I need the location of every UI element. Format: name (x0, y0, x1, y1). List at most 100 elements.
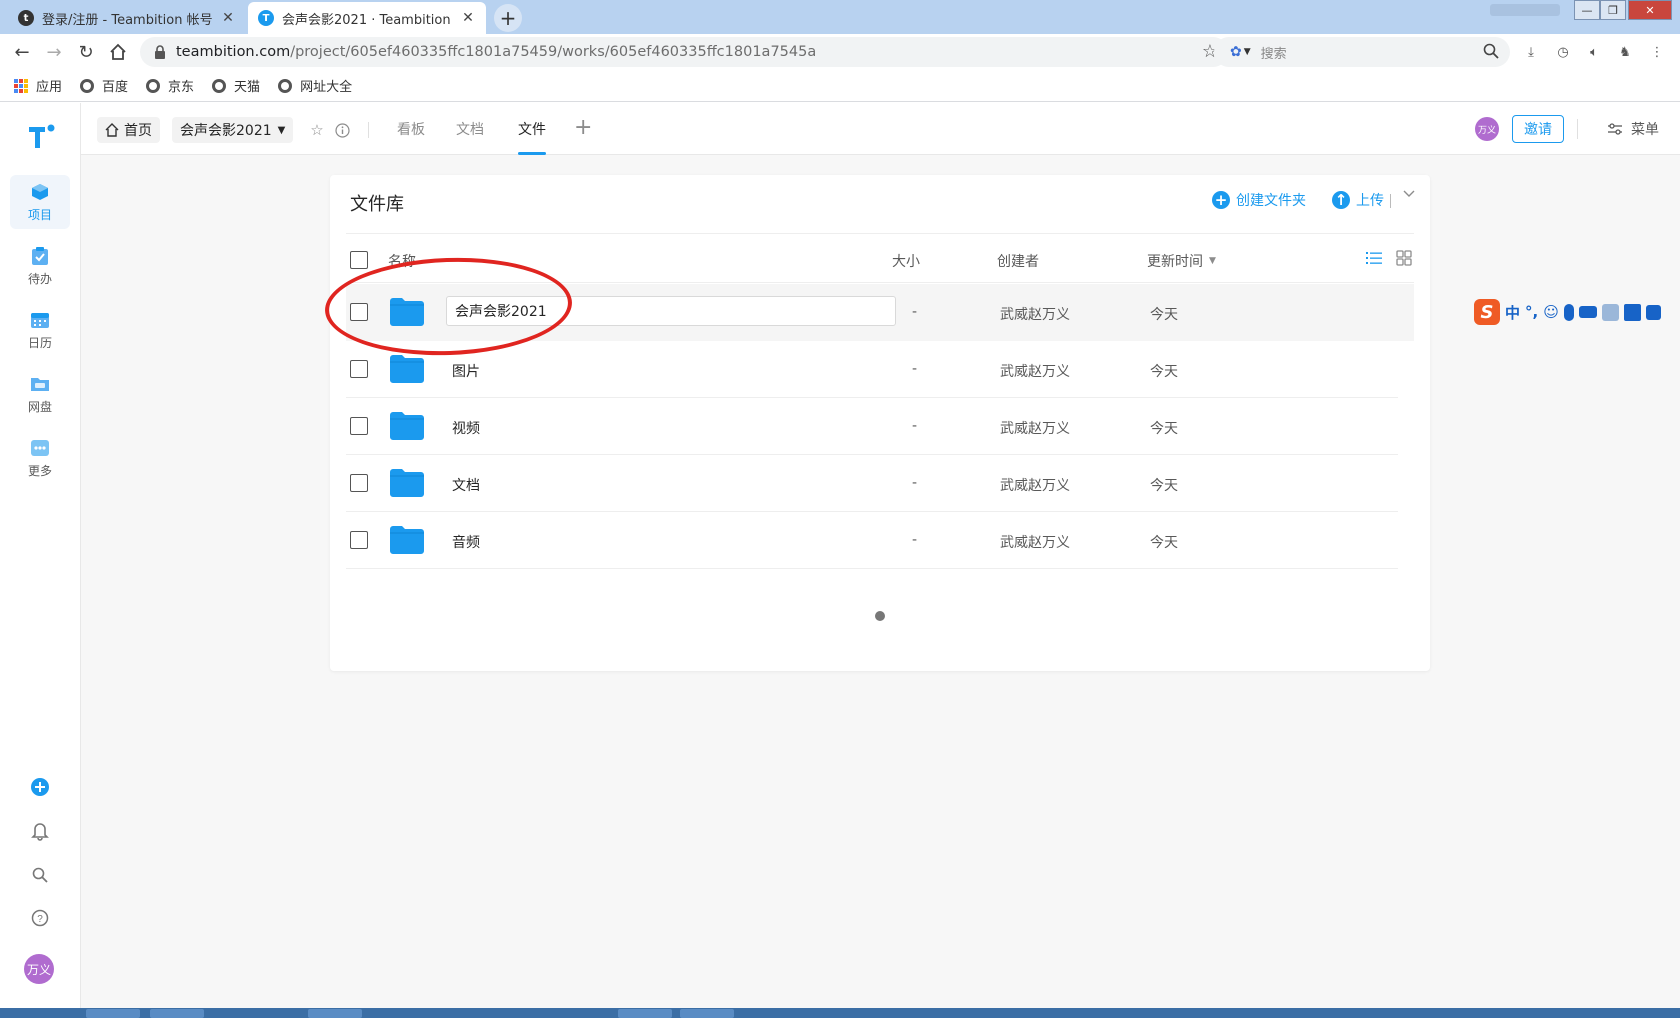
info-circle-icon[interactable] (333, 121, 351, 139)
add-tab-plus-icon[interactable]: + (574, 115, 592, 140)
user-icon[interactable] (1601, 303, 1619, 321)
help-circle-icon[interactable]: ? (28, 906, 52, 930)
ime-punct-toggle[interactable]: °, (1525, 303, 1538, 321)
tab-close-icon[interactable]: ✕ (220, 10, 236, 26)
search-icon[interactable] (28, 863, 52, 887)
bookmark-apps[interactable]: 应用 (14, 76, 62, 95)
sidebar-item-label: 更多 (27, 463, 52, 478)
upload-button[interactable]: ↑ 上传 (1332, 190, 1384, 210)
row-updated: 今天 (1150, 364, 1178, 380)
project-cube-icon (30, 182, 50, 202)
browser-tab-login[interactable]: t 登录/注册 - Teambition 帐号 ✕ (8, 2, 246, 34)
tab-title: 会声会影2021 · Teambition (282, 12, 451, 28)
row-checkbox[interactable] (350, 417, 368, 435)
column-creator[interactable]: 创建者 (997, 251, 1039, 271)
column-size[interactable]: 大小 (892, 251, 920, 271)
search-icon[interactable] (1482, 42, 1500, 60)
table-row[interactable]: 音频 - 武威赵万义 今天 (346, 512, 1398, 569)
teambition-logo-icon[interactable] (26, 121, 56, 151)
download-icon[interactable]: ⤓ (1522, 43, 1540, 61)
member-avatar[interactable]: 万义 (1475, 117, 1499, 141)
sliders-icon (1608, 123, 1622, 135)
notification-bell-icon[interactable] (28, 819, 52, 843)
header-divider (368, 122, 369, 138)
menu-button[interactable]: 菜单 (1607, 119, 1659, 139)
taskbar-item[interactable] (86, 1009, 140, 1018)
sidebar-item-drive[interactable]: 网盘 (10, 367, 70, 421)
bookmark-tmall[interactable]: 天猫 (212, 76, 260, 95)
bookmark-label: 网址大全 (300, 80, 353, 95)
row-name[interactable]: 视频 (452, 418, 480, 438)
taskbar-item[interactable] (308, 1009, 362, 1018)
folder-icon (390, 355, 424, 383)
select-all-checkbox[interactable] (350, 251, 368, 269)
upload-arrow-icon: ↑ (1332, 191, 1350, 209)
table-row[interactable]: 文档 - 武威赵万义 今天 (346, 455, 1398, 512)
row-name[interactable]: 图片 (452, 361, 480, 381)
caret-down-icon[interactable]: ▼ (1244, 47, 1251, 57)
emoji-icon[interactable]: ☺ (1543, 303, 1559, 321)
extension-icon[interactable]: ♞ (1616, 43, 1634, 61)
browser-tab-project[interactable]: T 会声会影2021 · Teambition ✕ (248, 2, 486, 34)
tab-close-icon[interactable]: ✕ (460, 10, 476, 26)
skin-shirt-icon[interactable] (1623, 303, 1641, 321)
list-view-icon[interactable] (1365, 249, 1383, 267)
caret-down-icon: ▼ (277, 124, 286, 136)
table-row[interactable]: 图片 - 武威赵万义 今天 (346, 341, 1398, 398)
sidebar-item-project[interactable]: 项目 (10, 175, 70, 229)
tab-files[interactable]: 文件 (518, 119, 546, 139)
sidebar-item-todo[interactable]: 待办 (10, 239, 70, 293)
bookmarks-bar: 应用 百度 京东 天猫 网址大全 (0, 70, 1680, 102)
new-tab-button[interactable]: + (494, 4, 522, 32)
bookmark-hao123[interactable]: 网址大全 (278, 76, 352, 95)
invite-button[interactable]: 邀请 (1512, 115, 1564, 143)
window-close-button[interactable]: ✕ (1628, 0, 1672, 20)
row-checkbox[interactable] (350, 531, 368, 549)
sidebar-item-calendar[interactable]: 日历 (10, 303, 70, 357)
toolbox-grid-icon[interactable] (1645, 304, 1661, 320)
bookmark-jd[interactable]: 京东 (146, 76, 194, 95)
minimize-button[interactable]: — (1574, 0, 1600, 20)
maximize-button[interactable]: ❐ (1600, 0, 1626, 20)
project-switcher-button[interactable]: 会声会影2021 ▼ (172, 117, 294, 143)
history-clock-icon[interactable]: ◷ (1554, 43, 1572, 61)
upload-dropdown-chevron-icon[interactable] (1402, 187, 1416, 205)
add-circle-icon[interactable] (28, 775, 52, 799)
taskbar-item[interactable] (150, 1009, 204, 1018)
grid-view-icon[interactable] (1395, 249, 1413, 267)
browser-search-box[interactable]: ✿ ▼ 搜索 (1214, 37, 1510, 67)
sogou-logo-icon[interactable]: S (1474, 299, 1500, 325)
lock-icon (155, 45, 165, 59)
address-bar[interactable]: teambition.com/project/605ef460335ffc180… (140, 37, 1228, 67)
browser-menu-icon[interactable]: ⋮ (1648, 43, 1666, 61)
forward-arrow-icon[interactable]: → (42, 40, 66, 64)
home-breadcrumb-button[interactable]: 首页 (97, 117, 160, 143)
project-name: 会声会影2021 (180, 123, 272, 139)
table-row[interactable]: 视频 - 武威赵万义 今天 (346, 398, 1398, 455)
keyboard-icon[interactable] (1578, 306, 1597, 318)
row-checkbox[interactable] (350, 360, 368, 378)
star-icon[interactable]: ☆ (308, 121, 326, 139)
row-name[interactable]: 音频 (452, 532, 480, 552)
project-header: 首页 会声会影2021 ▼ ☆ 看板 文档 文件 + 万义 邀请 菜单 (81, 103, 1680, 155)
loading-indicator (875, 611, 885, 621)
tab-board[interactable]: 看板 (397, 119, 425, 139)
home-icon[interactable] (106, 40, 130, 64)
create-folder-button[interactable]: + 创建文件夹 (1212, 190, 1306, 210)
sidebar-item-more[interactable]: 更多 (10, 431, 70, 485)
row-name[interactable]: 文档 (452, 475, 480, 495)
row-checkbox[interactable] (350, 474, 368, 492)
reload-icon[interactable]: ↻ (74, 40, 98, 64)
user-avatar[interactable]: 万义 (24, 954, 54, 984)
column-updated[interactable]: 更新时间 ▼ (1147, 251, 1216, 271)
volume-icon[interactable]: 🔈︎ (1585, 43, 1603, 61)
teambition-favicon-icon: T (258, 10, 274, 26)
create-folder-label: 创建文件夹 (1236, 193, 1306, 209)
back-arrow-icon[interactable]: ← (10, 40, 34, 64)
ime-mode-toggle[interactable]: 中 (1505, 302, 1520, 323)
microphone-icon[interactable] (1563, 303, 1574, 321)
taskbar-item[interactable] (618, 1009, 672, 1018)
bookmark-baidu[interactable]: 百度 (80, 76, 128, 95)
taskbar-item[interactable] (680, 1009, 734, 1018)
tab-docs[interactable]: 文档 (456, 119, 484, 139)
